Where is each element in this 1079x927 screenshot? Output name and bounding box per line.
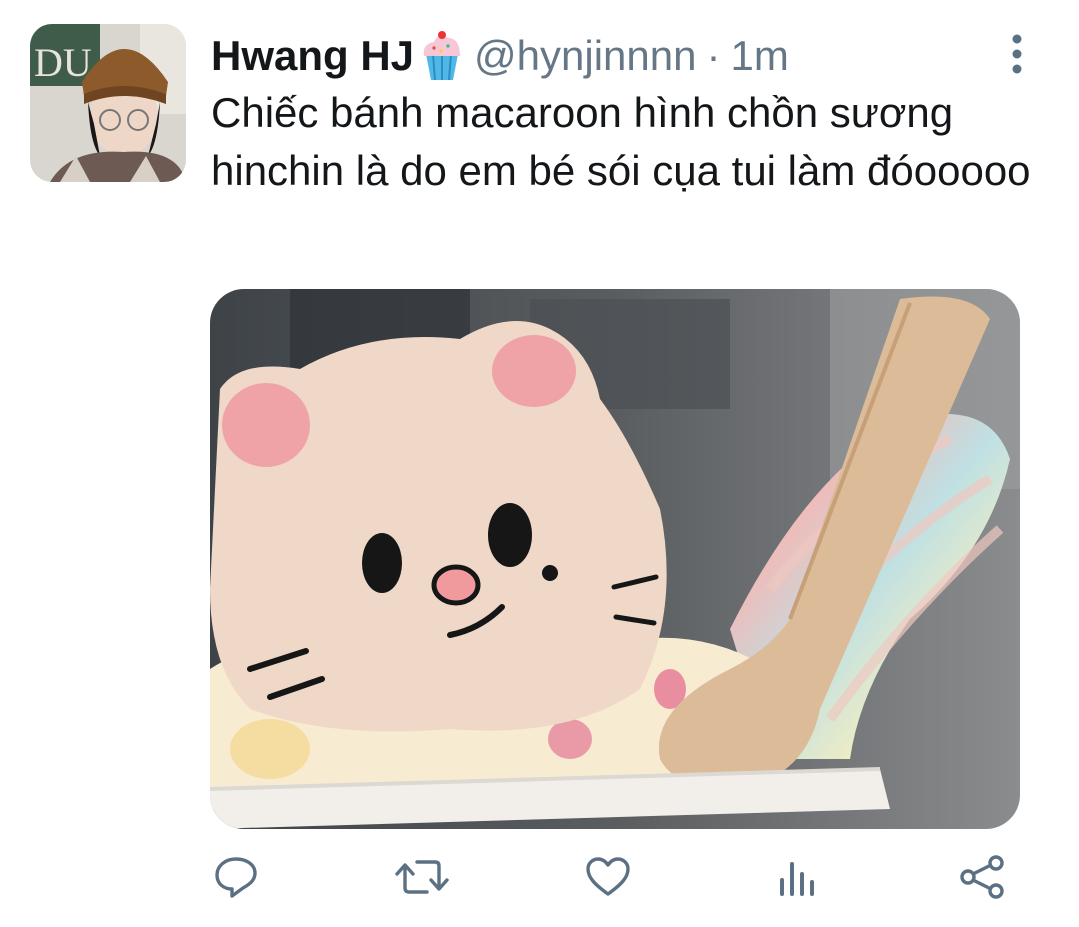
tweet-image[interactable] — [210, 289, 1020, 829]
tweet-header: Hwang HJ @hynjinnnn · 1m — [211, 26, 789, 86]
retweet-icon[interactable] — [392, 845, 452, 909]
cupcake-icon — [420, 30, 464, 82]
author-handle[interactable]: @hynjinnnn — [474, 32, 696, 80]
tweet-actions — [0, 845, 1079, 909]
reply-icon[interactable] — [206, 845, 266, 909]
like-icon[interactable] — [578, 845, 638, 909]
avatar[interactable]: DU — [30, 24, 186, 182]
timestamp[interactable]: 1m — [730, 32, 788, 80]
svg-text:DU: DU — [34, 40, 92, 85]
more-options-icon[interactable] — [1000, 30, 1034, 78]
share-icon[interactable] — [952, 845, 1012, 909]
separator: · — [706, 32, 721, 79]
tweet-text: Chiếc bánh macaroon hình chồn sương hinc… — [211, 89, 1031, 194]
analytics-icon[interactable] — [766, 845, 826, 909]
author-name[interactable]: Hwang HJ — [211, 32, 414, 80]
